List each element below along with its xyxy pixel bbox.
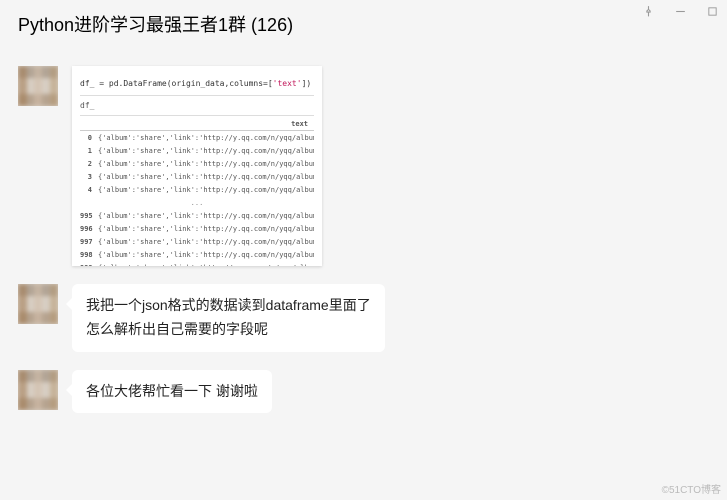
dataframe-preview: text 0{'album':'share','link':'http://y.… <box>80 120 314 266</box>
avatar[interactable] <box>18 66 58 106</box>
maximize-icon[interactable] <box>705 4 719 18</box>
titlebar: Python进阶学习最强王者1群 (126) <box>0 0 727 48</box>
minimize-icon[interactable] <box>673 4 687 18</box>
code-line: df_ <box>80 96 314 116</box>
table-row: 999{'album':'share','link':'http://y.qq.… <box>80 261 314 266</box>
table-row: 995{'album':'share','link':'http://y.qq.… <box>80 209 314 222</box>
table-row: 3{'album':'share','link':'http://y.qq.co… <box>80 170 314 183</box>
table-row: 2{'album':'share','link':'http://y.qq.co… <box>80 157 314 170</box>
message-text: 各位大佬帮忙看一下 谢谢啦 <box>86 383 258 399</box>
screenshot-thumbnail[interactable]: df_ = pd.DataFrame(origin_data,columns=[… <box>72 66 322 266</box>
watermark: ©51CTO博客 <box>662 481 721 496</box>
table-row: 4{'album':'share','link':'http://y.qq.co… <box>80 183 314 196</box>
table-row: 0{'album':'share','link':'http://y.qq.co… <box>80 131 314 144</box>
table-row: 997{'album':'share','link':'http://y.qq.… <box>80 235 314 248</box>
message-bubble[interactable]: 各位大佬帮忙看一下 谢谢啦 <box>72 370 272 414</box>
message-row: 各位大佬帮忙看一下 谢谢啦 <box>18 370 709 414</box>
table-ellipsis: ... <box>80 196 314 209</box>
code-line: df_ = pd.DataFrame(origin_data,columns=[… <box>80 72 314 96</box>
message-row: df_ = pd.DataFrame(origin_data,columns=[… <box>18 66 709 266</box>
table-header: text <box>80 120 314 131</box>
message-row: 我把一个json格式的数据读到dataframe里面了 怎么解析出自己需要的字段… <box>18 284 709 352</box>
pin-icon[interactable] <box>641 4 655 18</box>
message-bubble[interactable]: 我把一个json格式的数据读到dataframe里面了 怎么解析出自己需要的字段… <box>72 284 385 352</box>
table-row: 1{'album':'share','link':'http://y.qq.co… <box>80 144 314 157</box>
group-title: Python进阶学习最强王者1群 (126) <box>18 11 293 37</box>
avatar[interactable] <box>18 370 58 410</box>
message-text: 怎么解析出自己需要的字段呢 <box>86 318 371 342</box>
window-controls <box>641 4 719 18</box>
avatar[interactable] <box>18 284 58 324</box>
chat-area: df_ = pd.DataFrame(origin_data,columns=[… <box>0 48 727 413</box>
message-text: 我把一个json格式的数据读到dataframe里面了 <box>86 294 371 318</box>
table-row: 996{'album':'share','link':'http://y.qq.… <box>80 222 314 235</box>
table-row: 998{'album':'share','link':'http://y.qq.… <box>80 248 314 261</box>
